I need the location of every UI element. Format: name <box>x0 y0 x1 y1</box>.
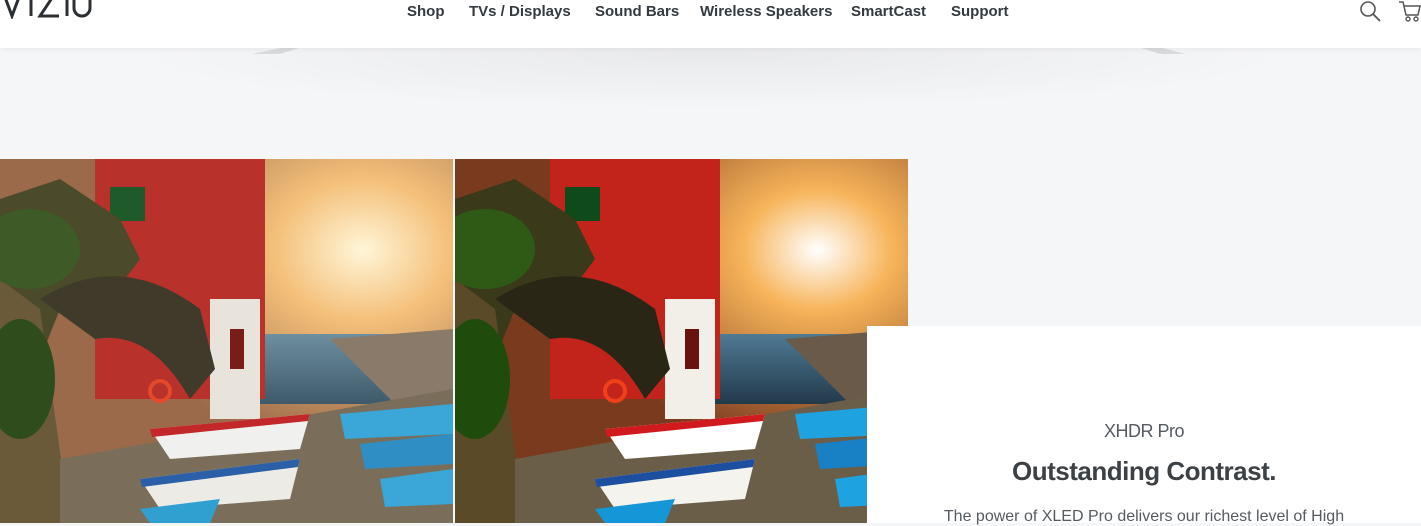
nav-sound-bars[interactable]: Sound Bars <box>595 3 679 20</box>
feature-card: XHDR Pro Outstanding Contrast. The power… <box>867 326 1421 525</box>
main-nav: Shop TVs / Displays Sound Bars Wireless … <box>0 0 1421 48</box>
feature-description: The power of XLED Pro delivers our riche… <box>943 508 1345 525</box>
feature-eyebrow: XHDR Pro <box>1103 421 1185 441</box>
nav-wireless-speakers[interactable]: Wireless Speakers <box>700 3 832 20</box>
site-header: Shop TVs / Displays Sound Bars Wireless … <box>0 0 1421 48</box>
search-icon[interactable] <box>1359 0 1383 29</box>
nav-tvs-displays[interactable]: TVs / Displays <box>469 3 571 20</box>
nav-shop[interactable]: Shop <box>407 3 445 20</box>
contrast-comparison <box>0 159 909 523</box>
nav-support[interactable]: Support <box>951 3 1009 20</box>
cart-icon[interactable] <box>1398 0 1421 29</box>
comparison-image-right <box>455 159 908 523</box>
nav-smartcast[interactable]: SmartCast <box>851 3 926 20</box>
feature-headline: Outstanding Contrast. <box>1012 456 1276 486</box>
comparison-image-left <box>0 159 453 523</box>
